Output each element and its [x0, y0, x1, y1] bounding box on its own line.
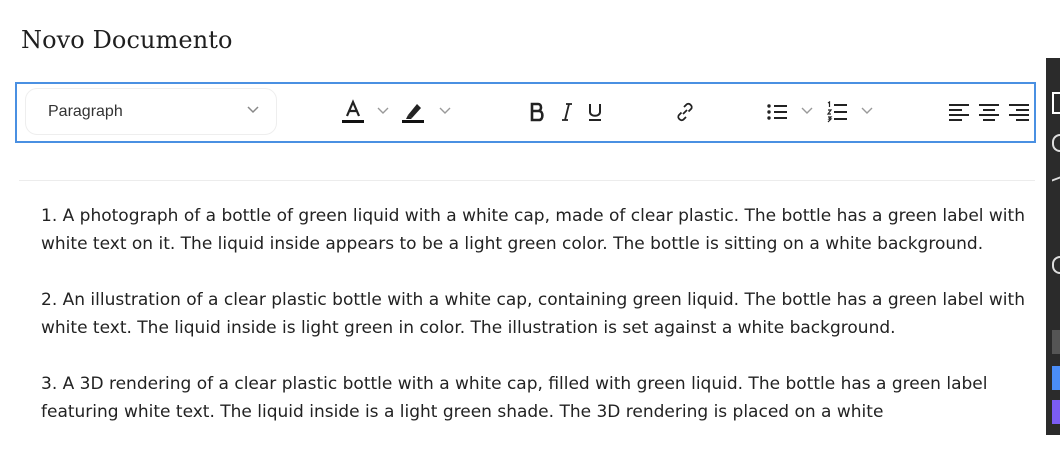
- panel-button[interactable]: [1052, 176, 1060, 194]
- align-right-icon: [1009, 104, 1029, 121]
- numbered-list-button[interactable]: [825, 97, 849, 127]
- paragraph[interactable]: 1. A photograph of a bottle of green liq…: [41, 202, 1026, 258]
- bullet-list-icon: [767, 104, 787, 120]
- chevron-down-icon: [247, 106, 259, 114]
- align-right-button[interactable]: [1007, 97, 1031, 127]
- align-left-icon: [949, 104, 969, 121]
- editor-toolbar: Paragraph: [15, 82, 1036, 143]
- chevron-down-icon[interactable]: [861, 107, 873, 115]
- chevron-down-icon[interactable]: [439, 107, 451, 115]
- link-button[interactable]: [672, 97, 698, 127]
- paragraph[interactable]: 3. A 3D rendering of a clear plastic bot…: [41, 370, 1026, 426]
- italic-icon: [562, 103, 572, 121]
- panel-button[interactable]: [1052, 366, 1060, 390]
- text-color-icon: [342, 99, 364, 123]
- align-center-button[interactable]: [977, 97, 1001, 127]
- document-title[interactable]: Novo Documento: [21, 26, 233, 54]
- highlight-icon: [402, 104, 424, 123]
- panel-button[interactable]: [1052, 256, 1060, 274]
- panel-button[interactable]: [1052, 134, 1060, 152]
- link-icon: [677, 102, 693, 122]
- underline-icon: [589, 104, 601, 121]
- editor-content[interactable]: 1. A photograph of a bottle of green liq…: [41, 202, 1026, 454]
- text-color-button[interactable]: [341, 97, 365, 127]
- bullet-list-button[interactable]: [765, 97, 789, 127]
- italic-button[interactable]: [559, 97, 575, 127]
- highlight-button[interactable]: [401, 97, 427, 127]
- paragraph[interactable]: 2. An illustration of a clear plastic bo…: [41, 286, 1026, 342]
- bold-icon: [530, 102, 544, 122]
- panel-button[interactable]: [1052, 400, 1060, 424]
- bold-button[interactable]: [527, 97, 547, 127]
- align-center-icon: [979, 104, 999, 121]
- panel-button[interactable]: [1052, 330, 1060, 354]
- chevron-down-icon[interactable]: [377, 107, 389, 115]
- underline-button[interactable]: [586, 97, 604, 127]
- block-type-label: Paragraph: [48, 103, 123, 120]
- numbered-list-icon: [826, 101, 847, 123]
- panel-button[interactable]: [1052, 92, 1060, 114]
- align-left-button[interactable]: [947, 97, 971, 127]
- block-type-select[interactable]: Paragraph: [25, 88, 277, 135]
- editor-divider: [19, 180, 1035, 181]
- chevron-down-icon[interactable]: [801, 107, 813, 115]
